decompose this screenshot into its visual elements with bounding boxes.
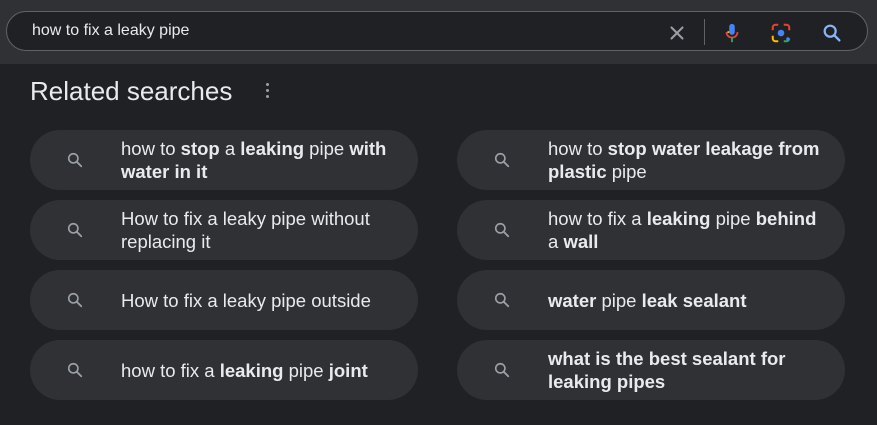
related-search-chip[interactable]: how to stop a leaking pipe with water in… [30, 130, 418, 190]
related-search-label: How to fix a leaky pipe outside [121, 289, 371, 311]
related-search-label: how to stop a leaking pipe with water in… [121, 138, 387, 182]
search-header: how to fix a leaky pipe [0, 0, 877, 64]
related-search-label: how to fix a leaking pipe joint [121, 359, 368, 381]
search-icon [65, 220, 85, 240]
search-icon [65, 150, 85, 170]
close-icon[interactable] [666, 22, 688, 44]
related-search-label: what is the best sealant for leaking pip… [548, 348, 786, 392]
related-search-chip[interactable]: How to fix a leaky pipe outside [30, 270, 418, 330]
related-search-chip[interactable]: how to fix a leaking pipe joint [30, 340, 418, 400]
search-box[interactable]: how to fix a leaky pipe [6, 11, 868, 51]
google-lens-icon[interactable] [770, 22, 792, 44]
search-icon [492, 150, 512, 170]
searchbox-divider [704, 19, 705, 45]
related-search-chip[interactable]: how to fix a leaking pipe behind a wall [457, 200, 845, 260]
related-search-chip[interactable]: How to fix a leaky pipe without replacin… [30, 200, 418, 260]
search-icon [65, 290, 85, 310]
search-icon [492, 360, 512, 380]
search-icon [492, 220, 512, 240]
search-icon [492, 290, 512, 310]
microphone-icon[interactable] [721, 22, 743, 44]
related-searches-heading: Related searches [30, 76, 233, 106]
related-search-chip[interactable]: what is the best sealant for leaking pip… [457, 340, 845, 400]
search-query[interactable]: how to fix a leaky pipe [32, 22, 189, 40]
related-search-chip[interactable]: water pipe leak sealant [457, 270, 845, 330]
related-search-label: water pipe leak sealant [548, 289, 747, 311]
more-options-icon[interactable] [258, 80, 276, 102]
related-search-label: how to stop water leakage from plastic p… [548, 138, 820, 182]
search-icon [65, 360, 85, 380]
related-search-chip[interactable]: how to stop water leakage from plastic p… [457, 130, 845, 190]
related-search-label: How to fix a leaky pipe without replacin… [121, 208, 370, 252]
search-icon[interactable] [821, 22, 843, 44]
related-search-label: how to fix a leaking pipe behind a wall [548, 208, 817, 252]
